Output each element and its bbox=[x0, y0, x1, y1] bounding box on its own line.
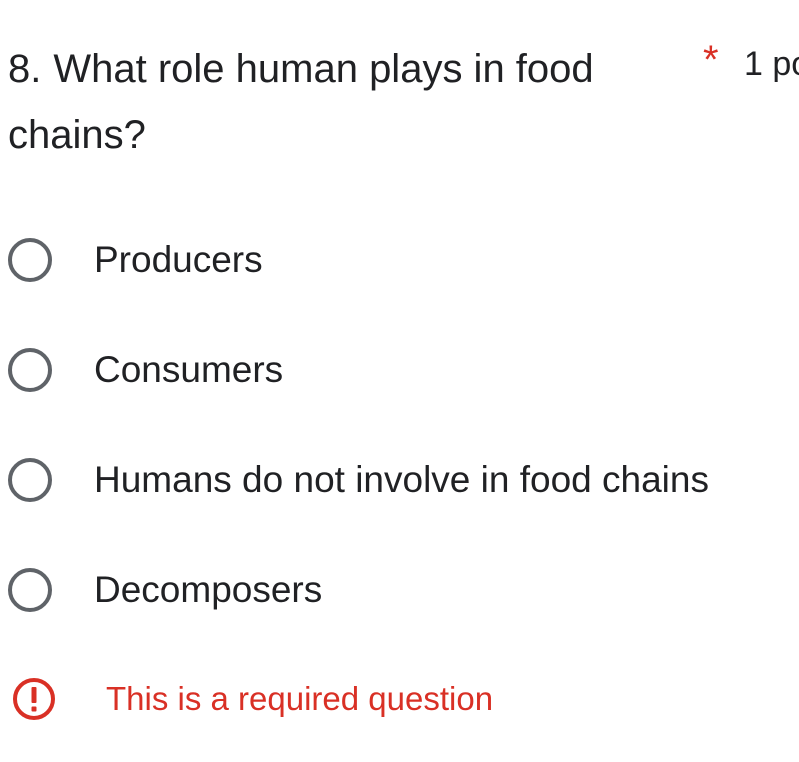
required-asterisk: * bbox=[703, 38, 719, 82]
option-label: Producers bbox=[94, 239, 263, 280]
radio-button-icon[interactable] bbox=[8, 348, 52, 392]
question-text: What role human plays in food chains? bbox=[8, 47, 594, 157]
question-points: 1 po bbox=[744, 45, 799, 83]
option-label: Humans do not involve in food chains bbox=[94, 459, 709, 500]
option-decomposers[interactable]: Decomposers bbox=[8, 564, 322, 616]
option-label: Consumers bbox=[94, 349, 284, 390]
error-message: This is a required question bbox=[106, 680, 494, 717]
radio-button-icon[interactable] bbox=[8, 238, 52, 282]
question-title: 8. What role human plays in food chains? bbox=[8, 36, 668, 168]
question-card: 8. What role human plays in food chains? … bbox=[0, 0, 799, 762]
question-number: 8. bbox=[8, 47, 42, 91]
option-label: Decomposers bbox=[94, 569, 323, 610]
radio-button-icon[interactable] bbox=[8, 568, 52, 612]
error-icon bbox=[13, 678, 55, 720]
option-producers[interactable]: Producers bbox=[8, 234, 263, 286]
option-consumers[interactable]: Consumers bbox=[8, 344, 283, 396]
validation-error: This is a required question bbox=[12, 674, 493, 724]
radio-button-icon[interactable] bbox=[8, 458, 52, 502]
option-humans-not-involved[interactable]: Humans do not involve in food chains bbox=[8, 454, 709, 506]
